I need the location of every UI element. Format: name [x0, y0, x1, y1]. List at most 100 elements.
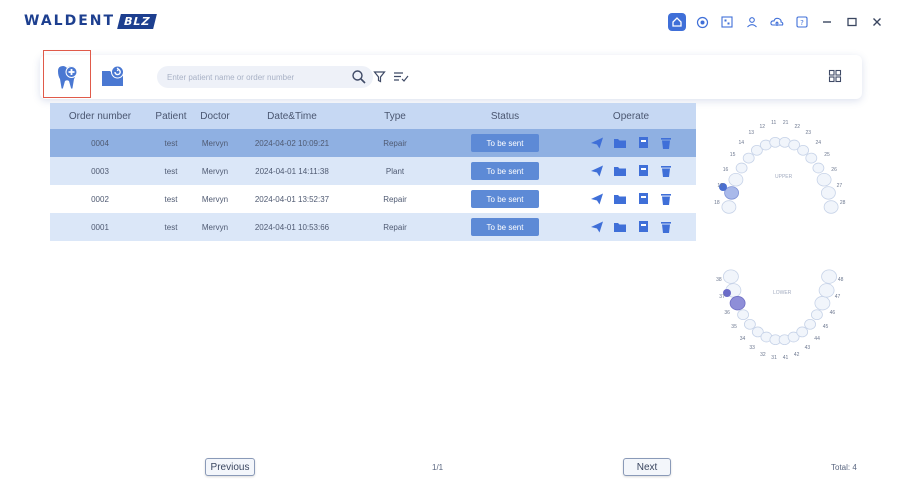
send-icon[interactable]: [590, 164, 604, 178]
lower-tooth[interactable]: [818, 283, 835, 298]
search-icon[interactable]: [351, 69, 367, 90]
table-row[interactable]: 0001 test Mervyn 2024-04-01 10:53:66 Repair T…: [50, 213, 696, 241]
send-icon[interactable]: [590, 136, 604, 150]
lower-tooth[interactable]: [722, 269, 739, 284]
tooth-number: 38: [716, 277, 722, 283]
new-order-button[interactable]: [51, 61, 83, 93]
header-datetime[interactable]: Date&Time: [238, 111, 346, 122]
table-row[interactable]: 0003 test Mervyn 2024-04-01 14:11:38 Plant To…: [50, 157, 696, 185]
tooth-number: 45: [822, 323, 829, 330]
orders-table: Order number Patient Doctor Date&Time Ty…: [50, 103, 696, 241]
copy-icon[interactable]: [636, 192, 650, 206]
upper-tooth[interactable]: [821, 186, 836, 200]
copy-icon[interactable]: [636, 136, 650, 150]
next-button[interactable]: Next: [623, 458, 671, 476]
header-patient[interactable]: Patient: [150, 111, 192, 122]
status-button[interactable]: To be sent: [471, 218, 539, 236]
tooth-number: 48: [837, 277, 844, 283]
patient-cell: test: [164, 166, 178, 176]
order-number-cell: 0003: [91, 166, 109, 176]
lower-tooth[interactable]: [821, 269, 837, 284]
lower-tooth[interactable]: [804, 318, 816, 330]
lower-tooth[interactable]: [729, 296, 746, 311]
header-status[interactable]: Status: [444, 111, 566, 122]
header-order-number[interactable]: Order number: [50, 111, 150, 122]
tooth-number: 14: [738, 139, 745, 146]
tooth-number: 42: [793, 351, 800, 358]
tooth-number: 16: [722, 166, 729, 173]
send-icon[interactable]: [590, 220, 604, 234]
previous-button[interactable]: Previous: [205, 458, 255, 476]
send-icon[interactable]: [590, 192, 604, 206]
delete-icon[interactable]: [659, 192, 673, 206]
tooth-number: 35: [731, 323, 737, 330]
doctor-cell: Mervyn: [201, 194, 229, 204]
upper-tooth[interactable]: [823, 200, 839, 214]
upper-tooth[interactable]: [735, 162, 748, 174]
lower-tooth[interactable]: [744, 318, 756, 330]
tooth-number: 41: [782, 354, 789, 361]
upper-tooth[interactable]: [805, 152, 818, 164]
cloud-icon[interactable]: [768, 13, 786, 31]
lower-tooth[interactable]: [814, 296, 831, 311]
table-row[interactable]: 0004 test Mervyn 2024-04-02 10:09:21 Repair T…: [50, 129, 696, 157]
target-icon[interactable]: [693, 13, 711, 31]
tooth-number: 34: [739, 335, 746, 342]
qr-icon[interactable]: [718, 13, 736, 31]
table-row[interactable]: 0002 test Mervyn 2024-04-01 13:52:37 Repair T…: [50, 185, 696, 213]
pagination: Previous 1/1 Next Total: 4: [0, 455, 900, 481]
copy-icon[interactable]: [636, 164, 650, 178]
status-button[interactable]: To be sent: [471, 190, 539, 208]
tooth-number: 32: [760, 351, 766, 358]
delete-icon[interactable]: [659, 220, 673, 234]
table-header: Order number Patient Doctor Date&Time Ty…: [50, 103, 696, 129]
maximize-icon[interactable]: [843, 13, 861, 31]
filter-icon[interactable]: [370, 67, 388, 85]
upper-arch-label: UPPER: [775, 174, 793, 180]
help-icon[interactable]: ?: [793, 13, 811, 31]
header-doctor[interactable]: Doctor: [192, 111, 238, 122]
tooth-number: 18: [714, 200, 720, 207]
delete-icon[interactable]: [659, 164, 673, 178]
status-cell: To be sent: [444, 134, 566, 152]
search-input[interactable]: [167, 72, 317, 82]
folder-icon[interactable]: [613, 220, 627, 234]
grid-view-icon[interactable]: [826, 67, 844, 85]
tooth-number: 33: [749, 345, 755, 352]
close-icon[interactable]: [868, 13, 886, 31]
upper-tooth[interactable]: [742, 152, 755, 164]
sort-list-icon[interactable]: [392, 67, 410, 85]
patient-cell: test: [164, 194, 178, 204]
tooth-plus-icon: [58, 66, 78, 89]
user-icon[interactable]: [743, 13, 761, 31]
upper-tooth[interactable]: [797, 144, 809, 156]
header-type[interactable]: Type: [346, 111, 444, 122]
page-indicator: 1/1: [432, 463, 444, 472]
operate-cell: [566, 164, 696, 178]
lower-tooth[interactable]: [811, 309, 823, 321]
status-button[interactable]: To be sent: [471, 134, 539, 152]
home-icon[interactable]: [668, 13, 686, 31]
tooth-number: 46: [829, 309, 836, 316]
status-button[interactable]: To be sent: [471, 162, 539, 180]
tooth-number: 47: [834, 294, 841, 300]
lower-tooth[interactable]: [796, 326, 809, 338]
folder-icon[interactable]: [613, 136, 627, 150]
lower-tooth[interactable]: [737, 309, 749, 321]
tooth-number: 43: [804, 345, 811, 352]
tooth-number: 22: [794, 123, 801, 130]
delete-icon[interactable]: [659, 136, 673, 150]
upper-tooth[interactable]: [721, 200, 737, 214]
type-cell: Repair: [383, 138, 407, 148]
minimize-icon[interactable]: [818, 13, 836, 31]
import-order-button[interactable]: [97, 61, 129, 93]
folder-icon[interactable]: [613, 164, 627, 178]
upper-tooth[interactable]: [728, 172, 744, 187]
copy-icon[interactable]: [636, 220, 650, 234]
datetime-cell: 2024-04-01 10:53:66: [254, 222, 330, 232]
tooth-number: 44: [814, 335, 820, 342]
upper-tooth[interactable]: [812, 162, 825, 174]
upper-tooth[interactable]: [816, 172, 832, 187]
folder-icon[interactable]: [613, 192, 627, 206]
doctor-cell: Mervyn: [201, 222, 229, 232]
